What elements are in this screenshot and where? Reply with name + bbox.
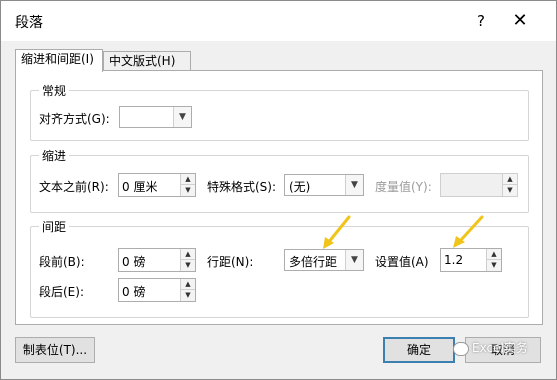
special-format-label: 特殊格式(S): [207, 180, 277, 194]
spin-buttons: ▲ ▼ [180, 174, 195, 196]
space-before-spinner[interactable]: 0 磅 ▲ ▼ [118, 248, 196, 272]
paragraph-dialog: 段落 ? ✕ 缩进和间距(I) 中文版式(H) 常规 对齐方式(G): ▼ 缩进… [0, 0, 557, 380]
spin-down-icon[interactable]: ▼ [487, 260, 501, 271]
spin-down-icon[interactable]: ▼ [503, 185, 517, 196]
before-text-spinner[interactable]: 0 厘米 ▲ ▼ [118, 173, 196, 197]
watermark: Excel实务 [453, 339, 528, 356]
general-group: 常规 对齐方式(G): ▼ [30, 82, 529, 141]
before-text-value: 0 厘米 [122, 180, 158, 194]
alignment-label: 对齐方式(G): [39, 112, 110, 126]
chevron-down-icon: ▼ [345, 250, 363, 270]
spin-buttons: ▲ ▼ [502, 174, 517, 196]
space-after-spinner[interactable]: 0 磅 ▲ ▼ [118, 278, 196, 302]
space-after-value: 0 磅 [122, 285, 146, 299]
line-spacing-label: 行距(N): [207, 255, 254, 269]
tab-chinese-typography[interactable]: 中文版式(H) [103, 51, 191, 71]
spin-up-icon[interactable]: ▲ [181, 249, 195, 260]
tabs-button[interactable]: 制表位(T)... [15, 337, 95, 363]
indent-group: 缩进 文本之前(R): 0 厘米 ▲ ▼ 特殊格式(S): (无) ▼ 度量值(… [30, 147, 529, 213]
tab-panel-indent-spacing: 常规 对齐方式(G): ▼ 缩进 文本之前(R): 0 厘米 ▲ ▼ 特殊格式(… [15, 70, 543, 325]
title-bar: 段落 ? ✕ [1, 1, 556, 41]
spin-buttons: ▲ ▼ [180, 279, 195, 301]
spin-down-icon[interactable]: ▼ [181, 185, 195, 196]
spin-down-icon[interactable]: ▼ [181, 290, 195, 301]
ok-button[interactable]: 确定 [383, 337, 455, 363]
alignment-select[interactable]: ▼ [119, 106, 192, 128]
special-format-select[interactable]: (无) ▼ [284, 174, 364, 196]
wechat-icon [453, 341, 469, 356]
annotation-arrow-icon [453, 215, 484, 248]
set-value-value: 1.2 [444, 253, 464, 267]
line-spacing-value: 多倍行距 [289, 255, 338, 269]
amount-label: 度量值(Y): [375, 180, 432, 194]
spin-up-icon[interactable]: ▲ [181, 174, 195, 185]
spacing-group-title: 间距 [39, 218, 70, 235]
chevron-down-icon: ▼ [345, 175, 363, 195]
annotation-arrow-icon [323, 215, 351, 249]
space-after-label: 段后(E): [39, 285, 84, 299]
spin-buttons: ▲ ▼ [486, 249, 501, 271]
general-group-title: 常规 [39, 82, 70, 99]
spin-up-icon[interactable]: ▲ [503, 174, 517, 185]
tab-indent-spacing[interactable]: 缩进和间距(I) [15, 49, 103, 72]
spin-buttons: ▲ ▼ [180, 249, 195, 271]
chevron-down-icon: ▼ [173, 107, 191, 127]
spin-up-icon[interactable]: ▲ [181, 279, 195, 290]
spin-up-icon[interactable]: ▲ [487, 249, 501, 260]
space-before-value: 0 磅 [122, 255, 146, 269]
spin-down-icon[interactable]: ▼ [181, 260, 195, 271]
indent-group-title: 缩进 [39, 147, 70, 164]
amount-spinner[interactable]: ▲ ▼ [440, 173, 518, 197]
before-text-label: 文本之前(R): [39, 180, 109, 194]
dialog-title: 段落 [15, 15, 43, 31]
space-before-label: 段前(B): [39, 255, 85, 269]
special-format-value: (无) [289, 180, 311, 194]
set-value-label: 设置值(A) [375, 255, 429, 269]
help-button[interactable]: ? [467, 8, 495, 34]
close-button[interactable]: ✕ [506, 8, 534, 34]
watermark-text: Excel实务 [472, 341, 528, 355]
